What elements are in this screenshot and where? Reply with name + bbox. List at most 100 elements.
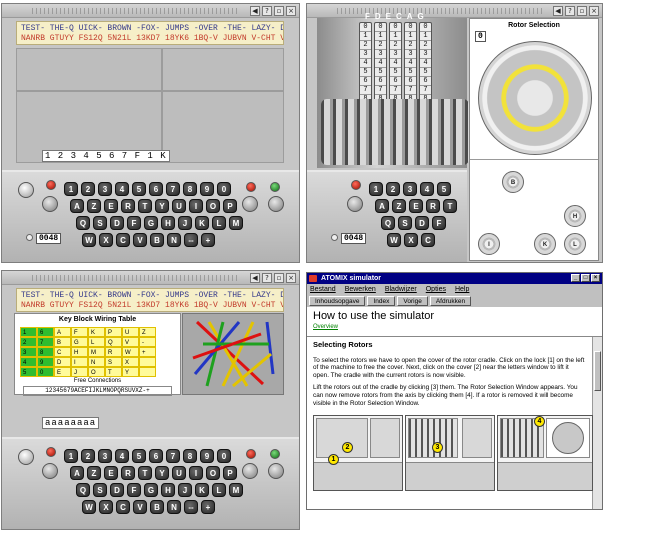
- key[interactable]: L: [212, 483, 226, 497]
- key[interactable]: 4: [420, 182, 434, 196]
- wiring-cell[interactable]: K: [88, 327, 105, 337]
- key[interactable]: Y: [155, 199, 169, 213]
- wiring-cell[interactable]: +: [139, 347, 156, 357]
- restore-icon[interactable]: ▫: [274, 6, 284, 16]
- help-icon[interactable]: ?: [262, 6, 272, 16]
- key[interactable]: T: [443, 199, 457, 213]
- speaker-icon[interactable]: ◀: [250, 6, 260, 16]
- wiring-cell[interactable]: 4: [20, 357, 37, 367]
- key[interactable]: Q: [76, 216, 90, 230]
- key[interactable]: 8: [183, 182, 197, 196]
- drag-grip[interactable]: [32, 275, 239, 281]
- contents-button[interactable]: Inhoudsopgave: [309, 296, 366, 306]
- key[interactable]: W: [82, 500, 96, 514]
- wiring-cell[interactable]: G: [71, 337, 88, 347]
- key[interactable]: P: [223, 199, 237, 213]
- rotor-shaft[interactable]: [321, 99, 469, 165]
- left-lever[interactable]: [42, 463, 58, 479]
- key[interactable]: I: [189, 199, 203, 213]
- key[interactable]: O: [206, 466, 220, 480]
- wiring-cell[interactable]: 6: [37, 327, 54, 337]
- wiring-cell[interactable]: E: [54, 367, 71, 377]
- title-bar[interactable]: ◀ ? ▫ ×: [2, 271, 299, 285]
- key[interactable]: E: [104, 466, 118, 480]
- counter-reset-dot[interactable]: [331, 234, 338, 241]
- right-lever-1[interactable]: [242, 463, 258, 479]
- key[interactable]: 9: [200, 182, 214, 196]
- key[interactable]: 2: [81, 449, 95, 463]
- key[interactable]: B: [150, 500, 164, 514]
- wiring-cell[interactable]: 0: [37, 367, 54, 377]
- key[interactable]: X: [99, 233, 113, 247]
- key[interactable]: Z: [87, 199, 101, 213]
- rotor-drum[interactable]: 012345678: [419, 22, 432, 104]
- key[interactable]: N: [167, 233, 181, 247]
- key[interactable]: E: [104, 199, 118, 213]
- key[interactable]: 2: [386, 182, 400, 196]
- wiring-cell[interactable]: S: [105, 357, 122, 367]
- key[interactable]: T: [138, 199, 152, 213]
- help-icon[interactable]: ?: [565, 6, 575, 16]
- menu-bewerken[interactable]: Bewerken: [345, 284, 376, 295]
- wiring-cell[interactable]: Z: [139, 327, 156, 337]
- key[interactable]: D: [110, 483, 124, 497]
- index-button[interactable]: Index: [367, 296, 396, 306]
- rotor-drum[interactable]: 012345678: [389, 22, 402, 104]
- wiring-cell[interactable]: J: [71, 367, 88, 377]
- menu-opties[interactable]: Opties: [426, 284, 446, 295]
- key[interactable]: I: [189, 466, 203, 480]
- key[interactable]: L: [212, 216, 226, 230]
- key[interactable]: R: [121, 199, 135, 213]
- rotor-drum[interactable]: 012345678: [359, 22, 372, 104]
- rotor-K[interactable]: K: [534, 233, 556, 255]
- wiring-cell[interactable]: L: [88, 337, 105, 347]
- wiring-cell[interactable]: M: [88, 347, 105, 357]
- wiring-cell[interactable]: C: [54, 347, 71, 357]
- drag-grip[interactable]: [32, 8, 239, 14]
- left-lever[interactable]: [347, 196, 363, 212]
- left-lever[interactable]: [42, 196, 58, 212]
- menu-help[interactable]: Help: [455, 284, 469, 295]
- counter-reset-dot[interactable]: [26, 234, 33, 241]
- power-knob[interactable]: [18, 182, 34, 198]
- key[interactable]: --: [184, 233, 198, 247]
- key[interactable]: H: [161, 483, 175, 497]
- restore-icon[interactable]: ▫: [274, 273, 284, 283]
- key[interactable]: 5: [437, 182, 451, 196]
- key[interactable]: Y: [155, 466, 169, 480]
- key[interactable]: 4: [115, 449, 129, 463]
- speaker-icon[interactable]: ◀: [553, 6, 563, 16]
- wiring-cell[interactable]: Q: [105, 337, 122, 347]
- key[interactable]: F: [127, 483, 141, 497]
- vertical-scrollbar[interactable]: [592, 337, 602, 509]
- rotor-I[interactable]: I: [478, 233, 500, 255]
- key[interactable]: 3: [403, 182, 417, 196]
- wiring-cell[interactable]: -: [139, 337, 156, 347]
- help-icon[interactable]: ?: [262, 273, 272, 283]
- wiring-cell[interactable]: V: [122, 337, 139, 347]
- key[interactable]: N: [167, 500, 181, 514]
- key[interactable]: 3: [98, 182, 112, 196]
- wiring-cell[interactable]: 3: [20, 347, 37, 357]
- key[interactable]: K: [195, 483, 209, 497]
- key[interactable]: S: [398, 216, 412, 230]
- key[interactable]: M: [229, 483, 243, 497]
- title-bar[interactable]: ◀ ? ▫ ×: [2, 4, 299, 18]
- key[interactable]: V: [133, 500, 147, 514]
- cover-left[interactable]: [16, 48, 162, 91]
- right-lever-1[interactable]: [242, 196, 258, 212]
- key[interactable]: S: [93, 483, 107, 497]
- key[interactable]: +: [201, 233, 215, 247]
- wiring-cell[interactable]: A: [54, 327, 71, 337]
- key[interactable]: R: [121, 466, 135, 480]
- key[interactable]: P: [223, 466, 237, 480]
- wiring-cell[interactable]: X: [122, 357, 139, 367]
- key[interactable]: G: [144, 216, 158, 230]
- key[interactable]: U: [172, 466, 186, 480]
- key[interactable]: Q: [76, 483, 90, 497]
- key[interactable]: W: [387, 233, 401, 247]
- key[interactable]: 9: [200, 449, 214, 463]
- key[interactable]: F: [127, 216, 141, 230]
- wiring-cell[interactable]: 8: [37, 347, 54, 357]
- wiring-cell[interactable]: [139, 357, 156, 367]
